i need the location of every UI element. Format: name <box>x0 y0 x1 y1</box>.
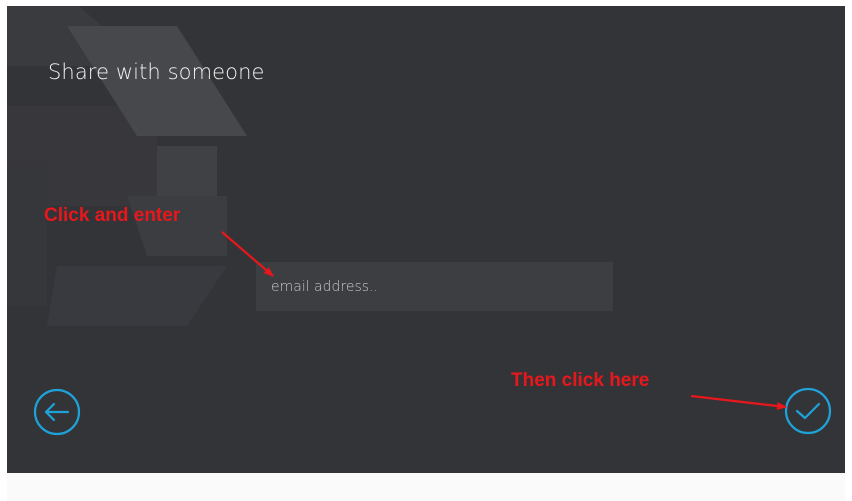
confirm-button[interactable] <box>784 387 832 435</box>
annotation-click-and-enter: Click and enter <box>44 205 181 226</box>
email-address-input[interactable] <box>256 262 613 311</box>
arrow-left-circle-icon <box>33 388 81 436</box>
annotation-arrow-to-confirm <box>690 394 787 410</box>
back-button[interactable] <box>33 388 81 436</box>
window-bottom-strip <box>7 473 845 501</box>
page-title: Share with someone <box>48 60 265 84</box>
annotation-then-click-here: Then click here <box>511 370 650 391</box>
share-dialog: Share with someone Click and enter Then … <box>7 6 845 473</box>
checkmark-circle-icon <box>784 387 832 435</box>
